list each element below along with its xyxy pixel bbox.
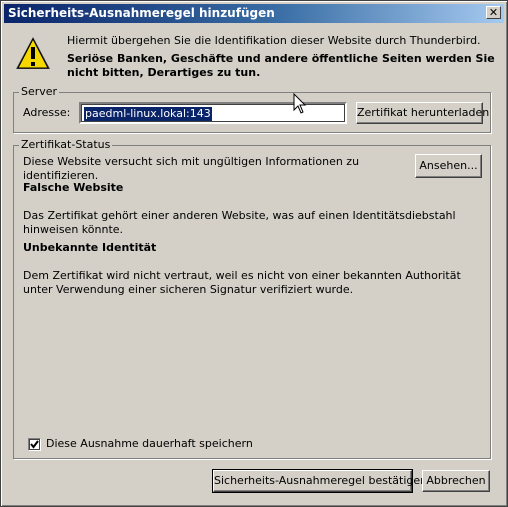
issue-text-unknown-identity: Dem Zertifikat wird nicht vertraut, weil… [23, 269, 461, 296]
intro-text: Hiermit übergehen Sie die Identifikation… [67, 34, 481, 47]
permanent-exception-label[interactable]: Diese Ausnahme dauerhaft speichern [46, 437, 253, 451]
mouse-cursor-icon [293, 93, 307, 114]
warning-bold-text: Seriöse Banken, Geschäfte und andere öff… [67, 52, 495, 79]
issue-text-wrong-site: Das Zertifikat gehört einer anderen Webs… [23, 209, 456, 236]
warning-icon [16, 37, 50, 69]
view-certificate-button[interactable]: Ansehen... [415, 154, 482, 178]
window-title: Sicherheits-Ausnahmeregel hinzufügen [8, 6, 275, 20]
confirm-exception-button[interactable]: Sicherheits-Ausnahmeregel bestätigen [212, 469, 427, 493]
address-value: paedml-linux.lokal:143 [84, 107, 212, 121]
download-certificate-button[interactable]: Zertifikat herunterladen [356, 102, 489, 124]
issue-heading-unknown-identity: Unbekannte Identität [23, 241, 157, 254]
certificate-status-legend: Zertifikat-Status [19, 138, 113, 151]
issue-heading-wrong-site: Falsche Website [23, 181, 124, 194]
close-window-button[interactable]: ✕ [486, 6, 501, 19]
server-legend: Server [19, 85, 60, 98]
checkmark-icon [30, 440, 39, 449]
title-bar[interactable]: Sicherheits-Ausnahmeregel hinzufügen ✕ [4, 4, 504, 23]
dialog-window: Sicherheits-Ausnahmeregel hinzufügen ✕ H… [0, 0, 508, 507]
status-summary: Diese Website versucht sich mit ungültig… [23, 155, 360, 182]
cancel-button[interactable]: Abbrechen [422, 470, 490, 492]
address-label: Adresse: [23, 106, 71, 119]
permanent-exception-checkbox[interactable] [28, 438, 41, 451]
